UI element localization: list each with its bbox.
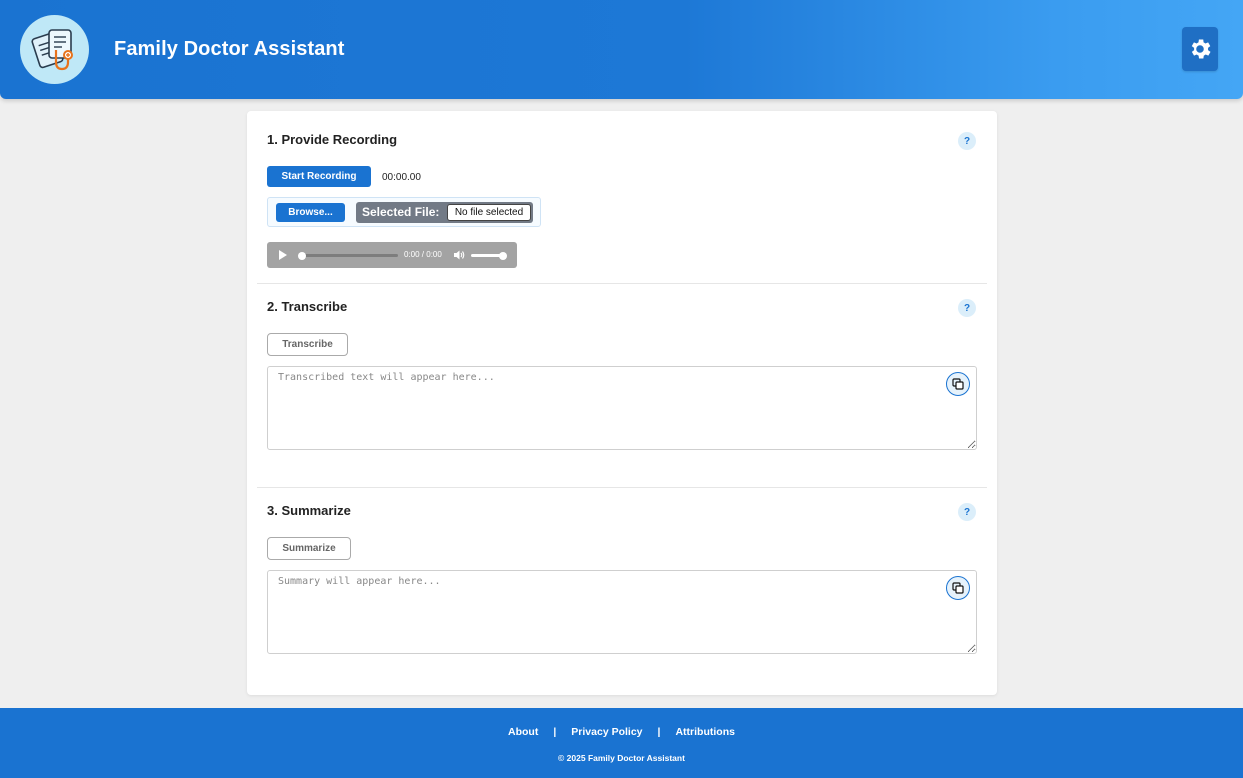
help-button-transcribe[interactable]: ? — [958, 299, 976, 317]
volume-icon[interactable] — [453, 249, 465, 261]
copy-transcription-button[interactable] — [946, 372, 970, 396]
footer-links: About | Privacy Policy | Attributions — [0, 726, 1243, 738]
app-header: Family Doctor Assistant — [0, 0, 1243, 99]
transcription-textarea[interactable] — [267, 366, 977, 450]
help-button-recording[interactable]: ? — [958, 132, 976, 150]
selected-file-label: Selected File: — [362, 205, 440, 219]
audio-seek-handle[interactable] — [298, 251, 306, 260]
app-footer: About | Privacy Policy | Attributions © … — [0, 708, 1243, 778]
footer-link-attributions[interactable]: Attributions — [675, 726, 735, 738]
logo — [20, 15, 89, 84]
section-title-recording: 1. Provide Recording — [267, 132, 398, 147]
summarize-button[interactable]: Summarize — [267, 537, 351, 560]
audio-seek-bar[interactable] — [298, 251, 398, 260]
start-recording-button[interactable]: Start Recording — [267, 166, 371, 187]
summary-textarea[interactable] — [267, 570, 977, 654]
footer-separator: | — [553, 726, 557, 738]
audio-player: 0:00 / 0:00 — [267, 242, 517, 268]
section-title-transcribe: 2. Transcribe — [267, 299, 348, 314]
copy-summary-button[interactable] — [946, 576, 970, 600]
gear-icon — [1191, 39, 1211, 59]
app-title: Family Doctor Assistant — [114, 38, 345, 60]
help-button-summarize[interactable]: ? — [958, 503, 976, 521]
section-title-summarize: 3. Summarize — [267, 503, 351, 518]
copy-icon — [952, 378, 964, 390]
section-divider — [257, 487, 987, 488]
selected-file-display: Selected File: No file selected — [356, 202, 533, 223]
footer-link-privacy-policy[interactable]: Privacy Policy — [571, 726, 642, 738]
play-icon[interactable] — [278, 250, 288, 260]
main-card: 1. Provide Recording ? Start Recording 0… — [247, 111, 997, 695]
footer-copyright: © 2025 Family Doctor Assistant — [558, 753, 685, 763]
footer-link-about[interactable]: About — [508, 726, 538, 738]
volume-slider-handle[interactable] — [499, 251, 507, 260]
doctor-clipboard-stethoscope-icon — [30, 28, 73, 70]
settings-button[interactable] — [1182, 27, 1218, 71]
browse-button[interactable]: Browse... — [276, 203, 345, 222]
section-divider — [257, 283, 987, 284]
transcribe-button[interactable]: Transcribe — [267, 333, 348, 356]
copy-icon — [952, 582, 964, 594]
volume-slider[interactable] — [471, 251, 507, 260]
audio-time-display: 0:00 / 0:00 — [404, 250, 442, 259]
footer-separator: | — [657, 726, 661, 738]
recording-timer: 00:00.00 — [382, 172, 421, 183]
file-input-group: Browse... Selected File: No file selecte… — [267, 197, 541, 227]
selected-file-name: No file selected — [447, 204, 531, 221]
